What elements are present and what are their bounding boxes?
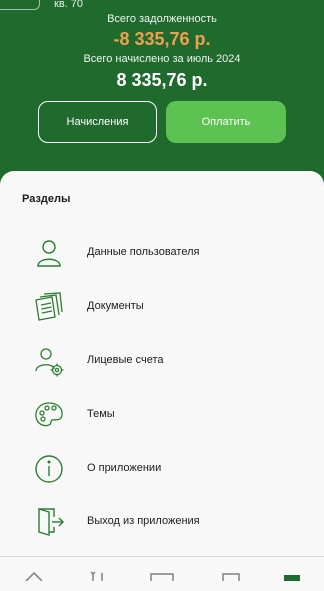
charged-value: 8 335,76 р. <box>116 70 208 90</box>
section-item-label: Лицевые счета <box>87 354 164 366</box>
account-header: кв. 70 Всего задолженность -8 335,76 р. … <box>0 0 324 176</box>
section-item-documents[interactable]: Документы <box>0 288 324 328</box>
palette-icon <box>32 398 66 432</box>
debt-label: Всего задолженность <box>107 13 217 25</box>
meters-icon[interactable] <box>150 568 174 584</box>
section-item-logout[interactable]: Выход из приложения <box>0 503 324 543</box>
pay-button[interactable]: Оплатить <box>166 101 286 143</box>
logout-icon <box>32 505 66 539</box>
section-item-label: Данные пользователя <box>87 246 200 258</box>
charged-label: Всего начислено за июль 2024 <box>83 53 241 65</box>
bottom-navigation <box>0 556 324 584</box>
charges-button[interactable]: Начисления <box>38 101 157 143</box>
messages-icon[interactable] <box>222 568 240 584</box>
debt-value: -8 335,76 р. <box>113 29 211 49</box>
info-icon <box>32 452 66 486</box>
sections-title: Разделы <box>22 193 71 205</box>
section-item-about[interactable]: О приложении <box>0 450 324 490</box>
menu-icon[interactable] <box>282 568 302 581</box>
apartment-number: кв. 70 <box>54 0 84 10</box>
tools-icon[interactable] <box>90 568 106 581</box>
section-item-user-data[interactable]: Данные пользователя <box>0 234 324 274</box>
section-item-label: Темы <box>87 408 115 420</box>
user-icon <box>32 236 66 270</box>
section-item-label: Документы <box>87 300 144 312</box>
section-item-label: О приложении <box>87 462 162 474</box>
section-item-accounts[interactable]: Лицевые счета <box>0 342 324 382</box>
accounts-icon <box>32 344 66 378</box>
home-icon[interactable] <box>24 568 44 582</box>
account-card-edge[interactable] <box>0 0 40 10</box>
section-item-label: Выход из приложения <box>87 515 200 527</box>
documents-icon <box>32 290 66 324</box>
section-item-themes[interactable]: Темы <box>0 396 324 436</box>
